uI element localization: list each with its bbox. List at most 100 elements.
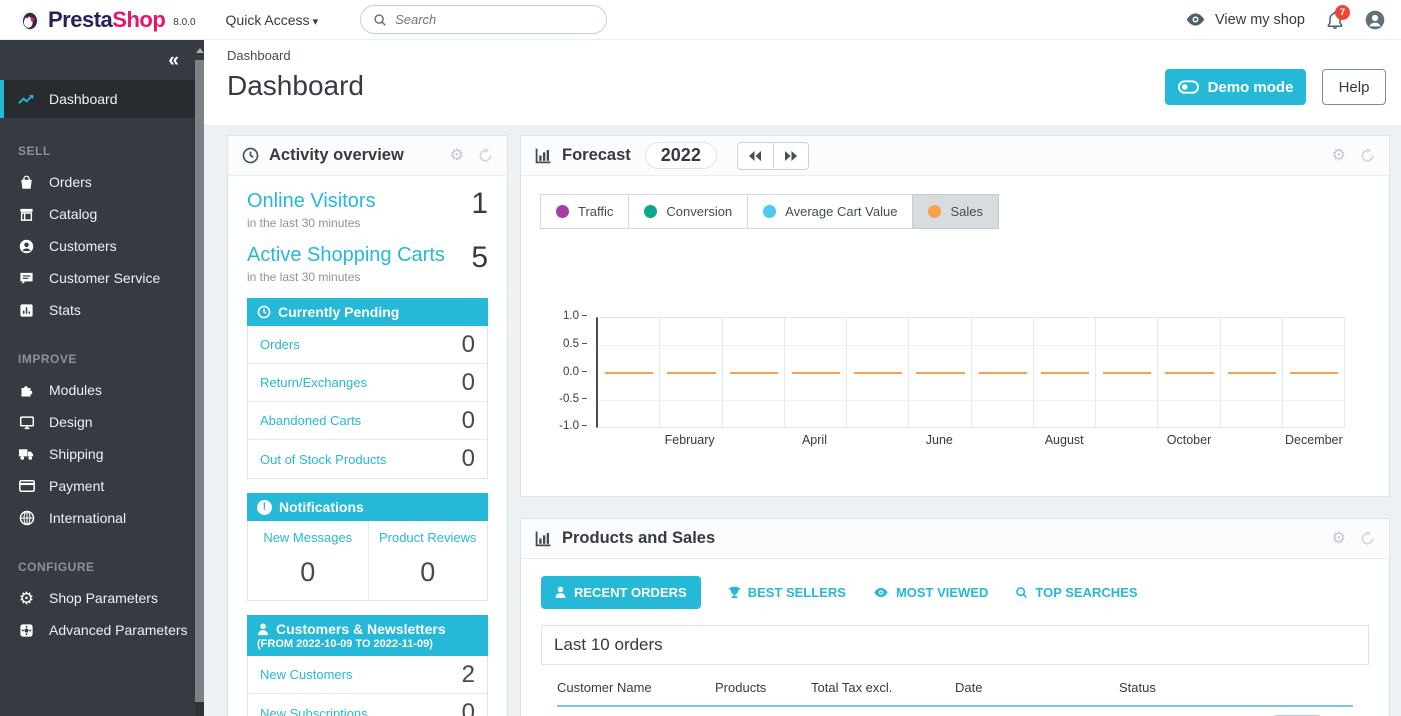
- activity-overview-title: Activity overview: [269, 146, 404, 165]
- prestashop-mascot-icon: [18, 8, 42, 32]
- tab-top-searches[interactable]: TOP SEARCHES: [1015, 585, 1137, 600]
- monitor-icon: [18, 415, 35, 430]
- x-tick-october: October: [1158, 433, 1220, 447]
- new-messages-cell: New Messages 0: [248, 521, 368, 600]
- new-messages-link[interactable]: New Messages: [252, 530, 364, 545]
- x-axis-labels: February April June August October Decem…: [596, 433, 1345, 447]
- average-cart-value-dot-icon: [763, 205, 776, 218]
- notification-count-badge: 7: [1335, 5, 1350, 20]
- sidebar-item-stats[interactable]: Stats: [0, 294, 195, 326]
- active-carts-link[interactable]: Active Shopping Carts: [247, 243, 445, 267]
- clock-icon: [242, 147, 259, 164]
- sidebar-item-payment[interactable]: Payment: [0, 470, 195, 502]
- next-year-button[interactable]: [773, 143, 808, 169]
- customers-list: New Customers 2 New Subscriptions 0: [247, 656, 488, 716]
- pending-row-returns: Return/Exchanges 0: [248, 364, 487, 402]
- tab-recent-orders[interactable]: RECENT ORDERS: [541, 576, 701, 609]
- tab-conversion[interactable]: Conversion: [628, 194, 748, 229]
- scrollbar-down-button[interactable]: [195, 702, 204, 716]
- page-title: Dashboard: [227, 70, 364, 102]
- online-visitors-link[interactable]: Online Visitors: [247, 189, 376, 213]
- global-search[interactable]: [360, 5, 607, 34]
- x-tick-february: February: [658, 433, 720, 447]
- search-input[interactable]: [395, 12, 575, 27]
- conversion-dot-icon: [644, 205, 657, 218]
- y-tick-3: 0.0: [521, 366, 587, 378]
- sidebar-section-improve: IMPROVE: [18, 352, 195, 366]
- out-of-stock-link[interactable]: Out of Stock Products: [260, 452, 386, 467]
- sidebar-scrollbar[interactable]: [195, 40, 204, 716]
- search-icon: [1015, 586, 1028, 599]
- sidebar-item-design[interactable]: Design: [0, 406, 195, 438]
- sidebar-item-customer-service[interactable]: Customer Service: [0, 262, 195, 294]
- currently-pending-header: Currently Pending: [247, 298, 488, 326]
- quick-access-dropdown[interactable]: Quick Access▾: [226, 12, 319, 28]
- abandoned-carts-link[interactable]: Abandoned Carts: [260, 413, 361, 428]
- new-customers-row: New Customers 2: [248, 656, 487, 694]
- customers-date-range: (FROM 2022-10-09 TO 2022-11-09): [257, 638, 478, 650]
- previous-year-button[interactable]: [738, 143, 773, 169]
- gear-icon[interactable]: ⚙: [1332, 531, 1346, 547]
- view-my-shop-link[interactable]: View my shop: [1185, 12, 1305, 28]
- sidebar-section-sell: SELL: [18, 144, 195, 158]
- eye-icon: [873, 587, 889, 598]
- user-avatar-icon[interactable]: [1365, 10, 1385, 30]
- new-subscriptions-link[interactable]: New Subscriptions: [260, 706, 368, 716]
- prestashop-logo[interactable]: PrestaShop 8.0.0: [18, 7, 196, 33]
- exclamation-circle-icon: !: [257, 500, 272, 515]
- orders-link[interactable]: Orders: [260, 337, 300, 352]
- col-products: Products: [715, 680, 811, 695]
- new-customers-link[interactable]: New Customers: [260, 667, 352, 682]
- tab-most-viewed[interactable]: MOST VIEWED: [873, 585, 988, 600]
- sidebar-item-catalog[interactable]: Catalog: [0, 198, 195, 230]
- last-10-orders-title: Last 10 orders: [541, 625, 1369, 665]
- help-button[interactable]: Help: [1322, 69, 1386, 105]
- search-icon: [373, 13, 387, 27]
- page-header: Dashboard Dashboard Demo mode Help: [204, 40, 1401, 125]
- product-reviews-link[interactable]: Product Reviews: [373, 530, 484, 545]
- refresh-icon[interactable]: [1360, 148, 1375, 163]
- returns-link[interactable]: Return/Exchanges: [260, 375, 367, 390]
- bar-chart-icon: [535, 530, 552, 547]
- scrollbar-up-button[interactable]: [195, 40, 204, 60]
- customers-person-icon: [18, 239, 35, 254]
- y-tick-1: 1.0: [521, 310, 587, 322]
- sidebar-item-shipping[interactable]: Shipping: [0, 438, 195, 470]
- sidebar-item-shop-parameters[interactable]: ⚙ Shop Parameters: [0, 582, 195, 614]
- sidebar-item-dashboard[interactable]: Dashboard: [0, 80, 195, 118]
- clock-icon: [257, 305, 271, 319]
- online-visitors-value: 1: [471, 189, 488, 230]
- refresh-icon[interactable]: [478, 148, 493, 163]
- y-tick-5: -1.0: [521, 420, 587, 432]
- person-icon: [555, 586, 566, 599]
- tab-average-cart-value[interactable]: Average Cart Value: [747, 194, 913, 229]
- table-row: [557, 707, 1353, 716]
- notifications-button[interactable]: 7: [1327, 11, 1343, 29]
- refresh-icon[interactable]: [1360, 531, 1375, 546]
- sidebar-item-international[interactable]: International: [0, 502, 195, 534]
- gear-icon[interactable]: ⚙: [1332, 148, 1346, 164]
- x-tick-december: December: [1283, 433, 1345, 447]
- bar-chart-icon: [535, 147, 552, 164]
- version-label: 8.0.0: [173, 17, 195, 28]
- x-tick-april: April: [783, 433, 845, 447]
- tab-best-sellers[interactable]: BEST SELLERS: [728, 585, 846, 600]
- sidebar-item-advanced-parameters[interactable]: Advanced Parameters: [0, 614, 195, 646]
- demo-mode-button[interactable]: Demo mode: [1165, 69, 1306, 105]
- products-and-sales-title: Products and Sales: [562, 529, 715, 548]
- sidebar-collapse-button[interactable]: «: [168, 51, 179, 70]
- active-carts-value: 5: [471, 243, 488, 284]
- forecast-year: 2022: [645, 142, 717, 169]
- dashboard-content: Activity overview ⚙ Online Visitors in t…: [204, 125, 1401, 716]
- notifications-box: New Messages 0 Product Reviews 0: [247, 521, 488, 601]
- breadcrumb[interactable]: Dashboard: [227, 48, 291, 63]
- sidebar-item-customers[interactable]: Customers: [0, 230, 195, 262]
- gear-icon[interactable]: ⚙: [450, 148, 464, 164]
- sidebar-item-modules[interactable]: Modules: [0, 374, 195, 406]
- tab-sales[interactable]: Sales: [912, 194, 999, 229]
- sales-dot-icon: [928, 205, 941, 218]
- sidebar-item-orders[interactable]: Orders: [0, 166, 195, 198]
- tab-traffic[interactable]: Traffic: [540, 194, 629, 229]
- x-tick-august: August: [1033, 433, 1095, 447]
- eye-icon: [1185, 12, 1206, 27]
